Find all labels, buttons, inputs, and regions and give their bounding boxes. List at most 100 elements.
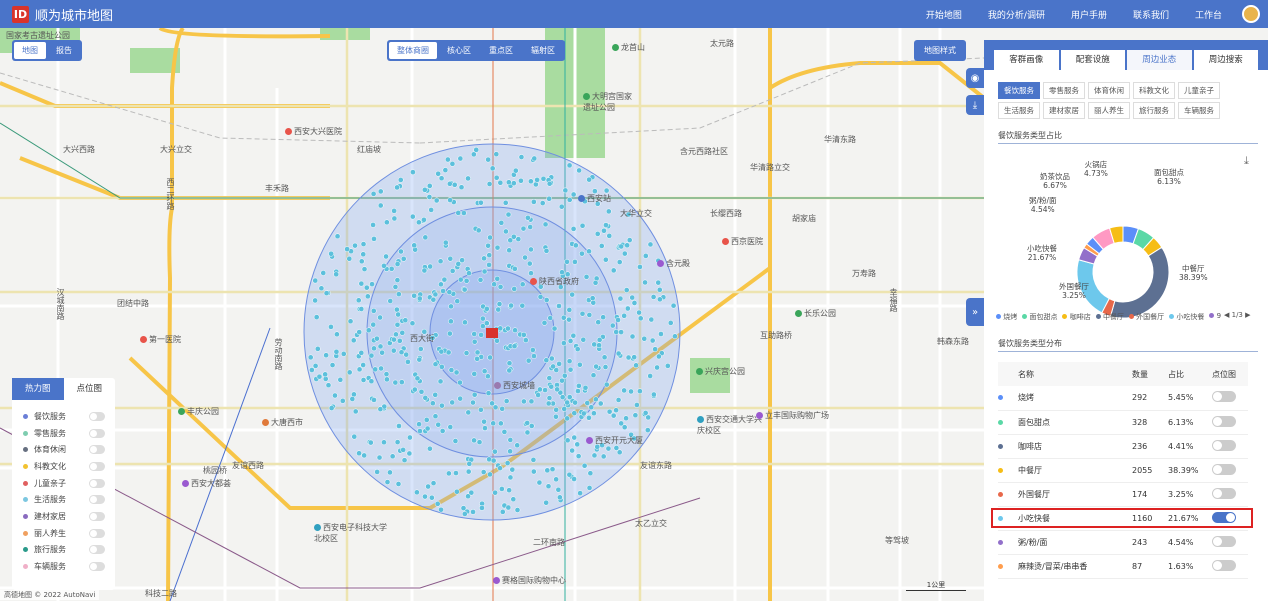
- poi-mall[interactable]: 赛格国际购物中心: [493, 575, 566, 586]
- poi-dot: [454, 298, 461, 305]
- chip-category[interactable]: 建材家居: [1043, 102, 1085, 119]
- legend-toggle[interactable]: [89, 478, 105, 488]
- chart-legend-item[interactable]: 烧烤: [996, 312, 1017, 322]
- zone-tab-overall[interactable]: 整体商圈: [389, 42, 437, 59]
- poi-dot: [654, 364, 660, 371]
- poi-mall[interactable]: 西安开元大厦: [586, 435, 643, 446]
- tab-heatmap[interactable]: 热力图: [12, 378, 64, 400]
- chart-legend-item[interactable]: 咖啡店: [1062, 312, 1091, 322]
- point-map-toggle[interactable]: [1212, 535, 1236, 547]
- chart-legend-item[interactable]: 外国餐厅: [1128, 312, 1164, 322]
- legend-toggle[interactable]: [89, 445, 105, 455]
- chip-category[interactable]: 车辆服务: [1178, 102, 1220, 119]
- poi-dot: [634, 402, 640, 408]
- chip-category[interactable]: 餐饮服务: [998, 82, 1040, 99]
- chip-category[interactable]: 生活服务: [998, 102, 1040, 119]
- poi-dot: [384, 479, 391, 485]
- point-map-toggle[interactable]: [1212, 463, 1236, 475]
- tab-nearby-search[interactable]: 周边搜索: [1193, 50, 1258, 70]
- poi-landmark[interactable]: 西安城墙: [494, 380, 535, 391]
- legend-toggle[interactable]: [89, 511, 105, 521]
- poi-hospital[interactable]: 西安大兴医院: [285, 126, 342, 137]
- point-map-toggle[interactable]: [1212, 559, 1236, 571]
- nav-start-map[interactable]: 开始地图: [926, 8, 962, 21]
- poi-park[interactable]: 兴庆宫公园: [696, 366, 745, 377]
- poi-government[interactable]: 陕西省政府: [530, 276, 579, 287]
- chip-category[interactable]: 儿童亲子: [1178, 82, 1220, 99]
- poi-park[interactable]: 丰庆公园: [178, 406, 219, 417]
- poi-dot: [494, 337, 500, 344]
- poi-dot: [605, 445, 612, 452]
- poi-dot: [566, 196, 573, 203]
- tab-facilities[interactable]: 配套设施: [1060, 50, 1125, 70]
- poi-mall[interactable]: 立丰国际购物广场: [756, 410, 829, 421]
- legend-toggle[interactable]: [89, 528, 105, 538]
- legend-toggle[interactable]: [89, 545, 105, 555]
- view-report-button[interactable]: 报告: [48, 42, 80, 59]
- point-map-toggle[interactable]: [1212, 391, 1236, 403]
- tab-nearby-business[interactable]: 周边业态: [1127, 50, 1192, 70]
- nav-user-manual[interactable]: 用户手册: [1071, 8, 1107, 21]
- legend-toggle[interactable]: [89, 411, 105, 421]
- chip-category[interactable]: 零售服务: [1043, 82, 1085, 99]
- poi-dot: [485, 242, 491, 249]
- poi-dot: [332, 392, 338, 399]
- row-color-dot: [998, 419, 1003, 425]
- poi-mall[interactable]: 含元殿: [657, 258, 690, 269]
- legend-toggle[interactable]: [89, 461, 105, 471]
- poi-dot: [394, 184, 400, 191]
- legend-prev-icon[interactable]: ◀: [1224, 311, 1229, 319]
- poi-mall[interactable]: 西安大都荟: [182, 478, 231, 489]
- point-map-toggle[interactable]: [1212, 415, 1236, 427]
- point-map-toggle[interactable]: [1212, 511, 1236, 523]
- point-map-toggle[interactable]: [1212, 487, 1236, 499]
- poi-park[interactable]: 长乐公园: [795, 308, 836, 319]
- zone-tab-core[interactable]: 核心区: [439, 42, 479, 59]
- chart-legend-item[interactable]: 中餐厅: [1095, 312, 1124, 322]
- user-avatar[interactable]: [1242, 5, 1260, 23]
- poi-dot: [566, 394, 573, 400]
- chart-legend-item[interactable]: 小吃快餐: [1169, 312, 1204, 322]
- point-map-toggle[interactable]: [1212, 439, 1236, 451]
- poi-dot: [448, 367, 455, 373]
- chart-legend-item[interactable]: 9: [1209, 312, 1221, 322]
- legend-text: 9: [1216, 312, 1222, 320]
- tab-pointmap[interactable]: 点位图: [64, 378, 116, 400]
- legend-next-icon[interactable]: ▶: [1245, 311, 1250, 319]
- legend-toggle[interactable]: [89, 495, 105, 505]
- zone-tab-key[interactable]: 重点区: [481, 42, 521, 59]
- poi-dot: [642, 279, 648, 286]
- poi-dot: [631, 354, 638, 361]
- map-style-button[interactable]: 地图样式: [914, 40, 966, 61]
- view-map-button[interactable]: 地图: [14, 42, 46, 59]
- poi-hospital[interactable]: 西京医院: [722, 236, 763, 247]
- legend-toggle[interactable]: [89, 428, 105, 438]
- zone-tab-radiation[interactable]: 辐射区: [523, 42, 563, 59]
- chip-category[interactable]: 体育休闲: [1088, 82, 1130, 99]
- collapse-panel-icon[interactable]: »: [966, 298, 984, 326]
- chip-category[interactable]: 丽人养生: [1088, 102, 1130, 119]
- poi-park[interactable]: 大明宫国家遗址公园: [583, 91, 633, 113]
- chip-category[interactable]: 旅行服务: [1133, 102, 1175, 119]
- poi-dot: [510, 180, 517, 187]
- poi-dot: [394, 261, 401, 267]
- poi-dot: [485, 156, 491, 163]
- tab-customer-profile[interactable]: 客群画像: [994, 50, 1059, 70]
- nav-my-analysis[interactable]: 我的分析/调研: [988, 8, 1045, 21]
- download-icon[interactable]: ⤓: [966, 95, 984, 115]
- legend-label: 零售服务: [34, 428, 66, 438]
- nav-contact[interactable]: 联系我们: [1133, 8, 1169, 21]
- poi-dot: [478, 332, 484, 338]
- poi-university[interactable]: 西安电子科技大学北校区: [314, 522, 394, 544]
- poi-station[interactable]: 西安站: [578, 193, 611, 204]
- legend-toggle[interactable]: [89, 562, 105, 572]
- chip-category[interactable]: 科教文化: [1133, 82, 1175, 99]
- poi-hospital[interactable]: 第一医院: [140, 334, 181, 345]
- poi-market[interactable]: 大唐西市: [262, 417, 303, 428]
- poi-dot: [616, 259, 623, 265]
- eye-icon[interactable]: ◉: [966, 68, 984, 88]
- poi-dot: [497, 325, 504, 332]
- nav-workbench[interactable]: 工作台: [1195, 8, 1222, 21]
- chart-legend-item[interactable]: 面包甜点: [1022, 312, 1057, 322]
- poi-park[interactable]: 龙首山: [612, 42, 645, 53]
